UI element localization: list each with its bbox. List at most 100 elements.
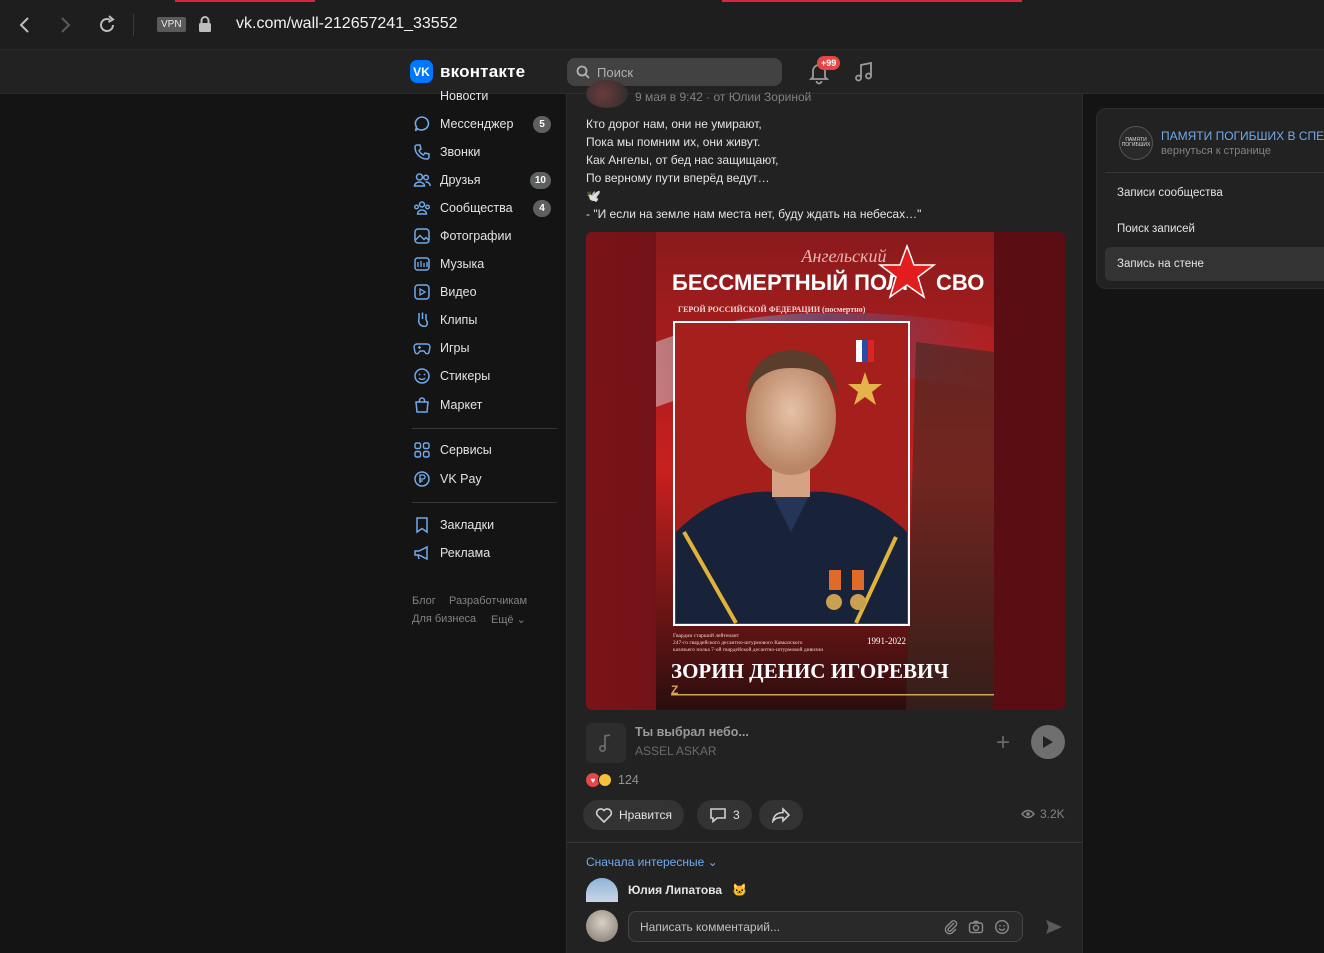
sidebar-item-friends[interactable]: Друзья 10 [404,167,559,193]
games-icon [412,338,432,358]
back-button[interactable] [12,12,38,38]
poster-name: ЗОРИН ДЕНИС ИГОРЕВИЧ [671,659,949,683]
comment-item[interactable]: Юлия Липатова 🐱 [586,878,747,902]
post-text-line: Кто дорог нам, они не умирают, [586,117,762,131]
tab-accent-line [722,0,1022,2]
sidebar-item-music[interactable]: Музыка [404,251,559,277]
sidebar-item-label: Сообщества [440,201,513,215]
notifications-badge: +99 [817,56,841,70]
vpn-badge[interactable]: VPN [157,17,186,32]
reactions-summary[interactable]: ♥ 124 [586,773,639,787]
vk-header: VK вконтакте Поиск +99 [0,50,1324,94]
comment-placeholder: Написать комментарий... [640,920,781,934]
poster-rank-line: 247-го гвардейского десантно-штурмового … [673,639,803,646]
like-button[interactable]: Нравится [583,800,684,830]
ads-icon [412,543,432,563]
sidebar-item-label: Стикеры [440,369,491,383]
sidebar-item-label: Сервисы [440,443,492,457]
music-icon [412,254,432,274]
news-icon [412,86,432,106]
sidebar-item-bookmarks[interactable]: Закладки [404,512,559,538]
sidebar-item-stickers[interactable]: Стикеры [404,363,559,389]
bookmarks-icon [412,515,432,535]
audio-artist[interactable]: ASSEL ASKAR [635,744,717,758]
back-to-page-link[interactable]: вернуться к странице [1161,145,1271,157]
post-image[interactable]: Ангельский БЕССМЕРТНЫЙ ПОЛК СВО ГЕРОЙ РО… [586,232,1065,710]
footer-link-business[interactable]: Для бизнеса [412,613,476,625]
sidebar-item-communities[interactable]: Сообщества 4 [404,195,559,221]
eye-icon [1021,809,1035,819]
views-counter: 3.2K [1021,807,1065,821]
sidebar-item-vkpay[interactable]: VK Pay [404,466,559,492]
sidebar-item-clips[interactable]: Клипы [404,307,559,333]
sidebar-item-label: Друзья [440,173,481,187]
poster-script-title: Ангельский [801,246,887,266]
poster-headline: БЕССМЕРТНЫЙ ПОЛК [672,270,916,295]
like-label: Нравится [619,808,672,822]
poster-rank-line: Гвардии старший лейтенант [673,632,740,639]
address-bar[interactable]: vk.com/wall-212657241_33552 [236,15,457,33]
attach-icon[interactable] [943,919,959,935]
footer-link-more[interactable]: Ещё ⌄ [491,613,526,626]
sidebar-item-label: Маркет [440,398,483,412]
community-avatar[interactable]: ПАМЯТИ ПОГИБШИХ [1119,126,1153,160]
post-author-avatar[interactable] [586,80,628,108]
sidebar-item-label: Новости [440,89,489,103]
poster-rank-line: казачьего полка 7-ой гвардейской десантн… [673,646,823,653]
sidebar-item-messenger[interactable]: Мессенджер 5 [404,111,559,137]
comments-button[interactable]: 3 [697,800,752,830]
sidebar-item-video[interactable]: Видео [404,279,559,305]
nav-item-community-posts[interactable]: Записи сообщества [1105,176,1324,210]
sidebar-item-label: Реклама [440,546,491,560]
commenter-name[interactable]: Юлия Липатова [628,883,722,897]
tab-accent-line [175,0,315,2]
sidebar-item-ads[interactable]: Реклама [404,540,559,566]
reload-icon [100,15,115,32]
sidebar-item-label: VK Pay [440,472,482,486]
post-divider [567,842,1082,843]
vk-logo-icon: VK [410,60,433,83]
reload-button[interactable] [94,12,120,38]
sidebar-item-news[interactable]: Новости [404,83,559,109]
play-button[interactable] [1031,725,1065,759]
stickers-icon [412,366,432,386]
camera-icon[interactable] [968,919,984,935]
post-text-line: Как Ангелы, от бед нас защищают, [586,153,779,167]
vk-logo[interactable]: VK вконтакте [410,60,525,83]
share-button[interactable] [759,800,803,830]
commenter-avatar[interactable] [586,878,618,902]
sidebar-item-calls[interactable]: Звонки [404,139,559,165]
sidebar-item-photos[interactable]: Фотографии [404,223,559,249]
sidebar-divider [412,428,557,429]
community-name[interactable]: ПАМЯТИ ПОГИБШИХ В СПЕЦ [1161,129,1324,143]
footer-link-blog[interactable]: Блог [412,595,436,607]
chevron-down-icon: ⌄ [707,855,718,869]
panel-divider [1105,172,1324,173]
send-icon[interactable] [1044,917,1064,937]
nav-item-search-posts[interactable]: Поиск записей [1105,212,1324,246]
clips-icon [412,310,432,330]
emoji-icon[interactable] [994,919,1010,935]
audio-attachment[interactable]: Ты выбрал небо... ASSEL ASKAR + [586,723,1065,763]
post-text-line: Пока мы помним их, они живут. [586,135,761,149]
sidebar-item-market[interactable]: Маркет [404,392,559,418]
comments-sort-dropdown[interactable]: Сначала интересные ⌄ [586,855,718,869]
sidebar-item-services[interactable]: Сервисы [404,437,559,463]
comment-input[interactable]: Написать комментарий... [628,911,1023,942]
sidebar-item-label: Мессенджер [440,117,514,131]
my-avatar[interactable] [586,910,618,942]
forward-button[interactable] [52,12,78,38]
market-icon [412,395,432,415]
add-audio-button[interactable]: + [996,731,1010,755]
lock-icon[interactable] [198,15,212,33]
post-text-line: По верному пути вперёд ведут… [586,171,770,185]
sad-reaction-icon [598,773,612,787]
music-player-icon[interactable] [852,60,876,84]
toolbar-divider [133,14,134,36]
nav-item-wall-post[interactable]: Запись на стене [1105,247,1324,281]
footer-link-developers[interactable]: Разработчикам [449,595,527,607]
post-meta[interactable]: 9 мая в 9:42 · от Юлии Зориной [635,90,811,104]
music-note-icon [599,734,611,752]
sidebar-item-label: Закладки [440,518,495,532]
sidebar-item-games[interactable]: Игры [404,335,559,361]
